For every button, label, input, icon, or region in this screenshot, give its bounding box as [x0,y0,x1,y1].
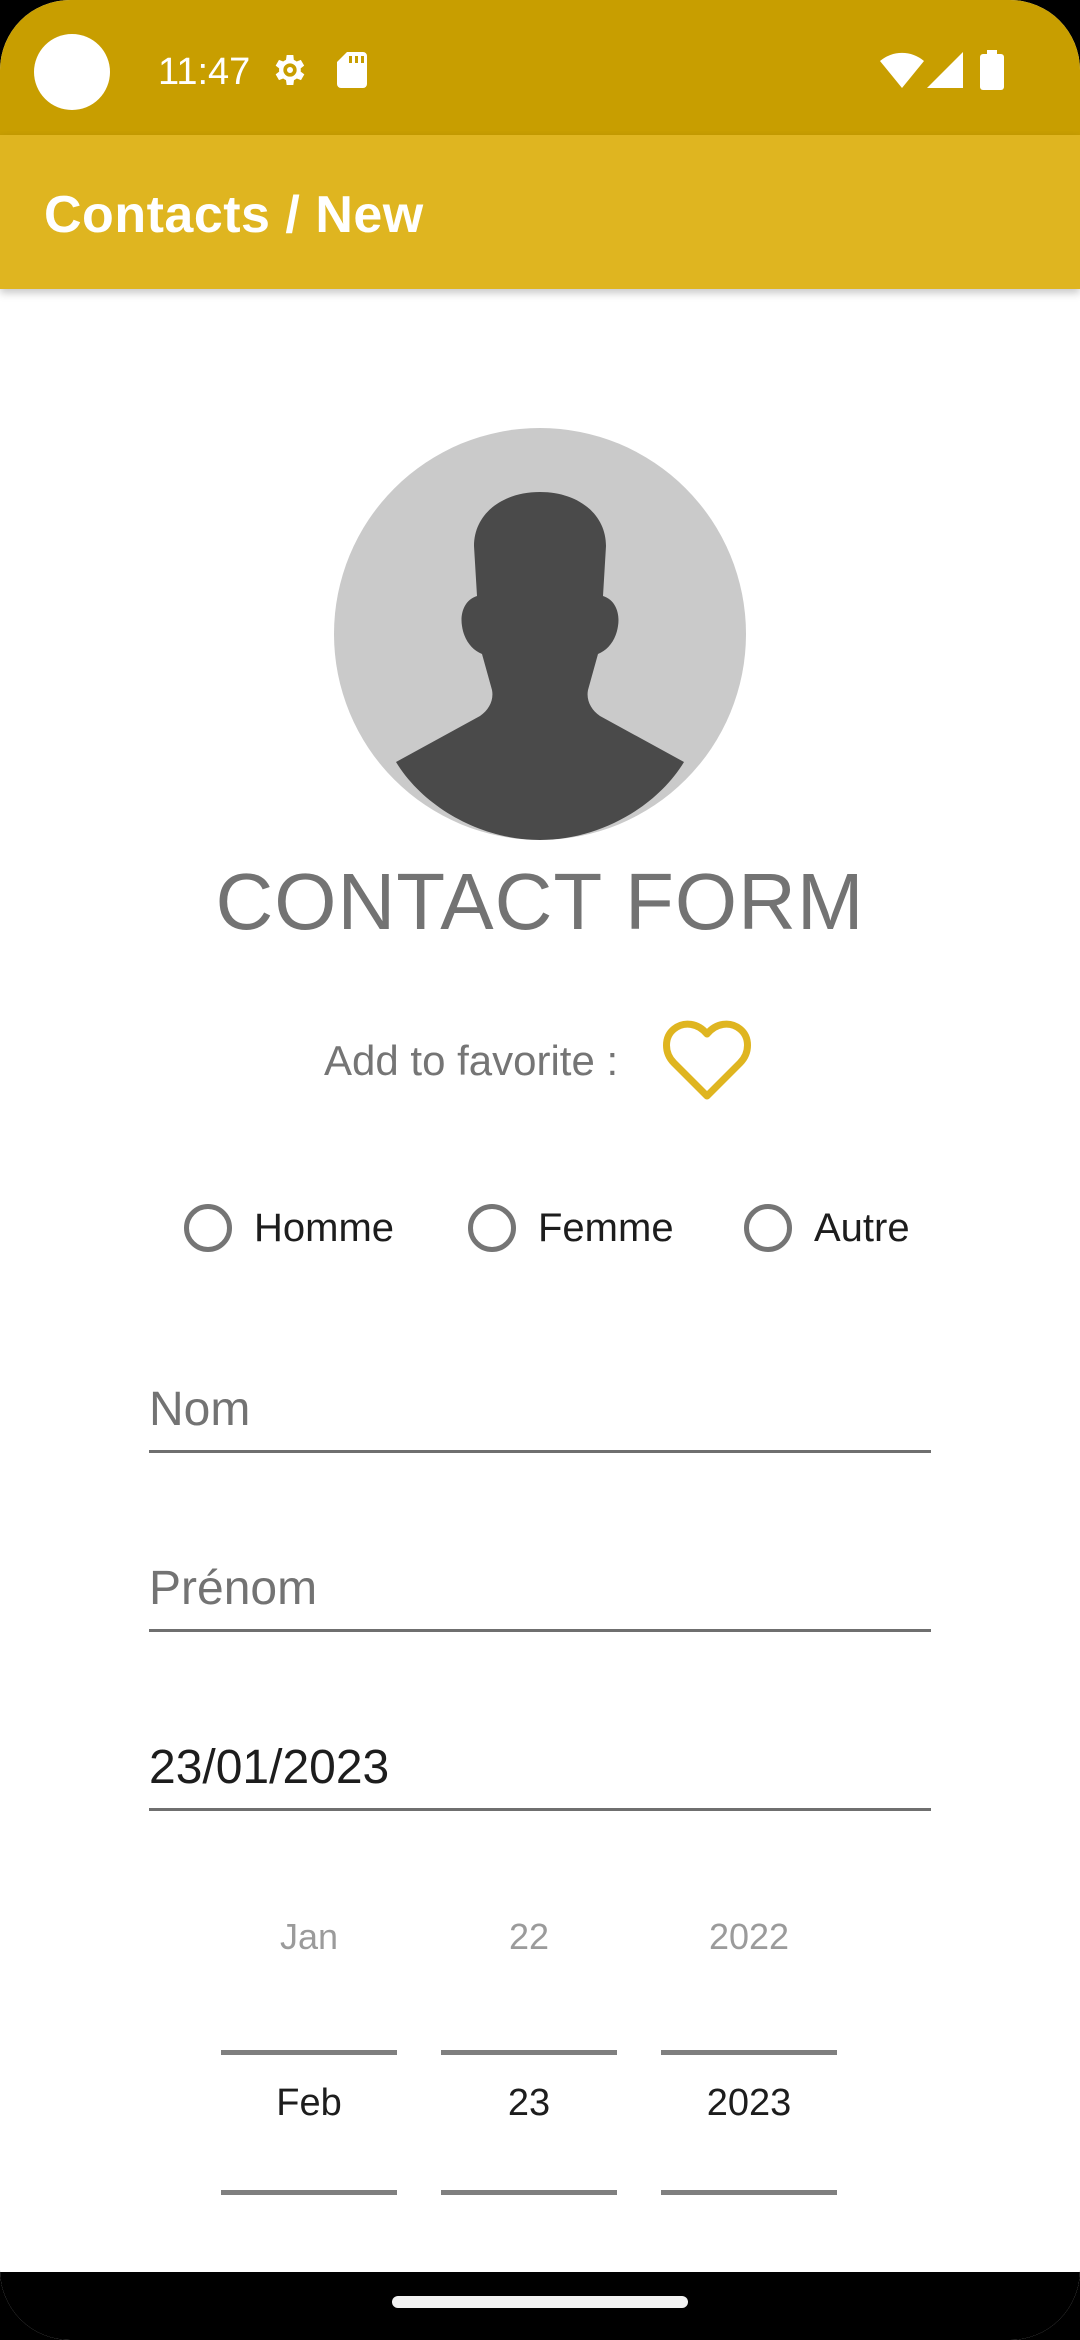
home-handle[interactable] [392,2296,688,2308]
sd-card-icon [337,52,367,93]
radio-circle[interactable] [184,1204,232,1252]
year-picker[interactable]: 2022 2023 [661,1900,837,2200]
radio-circle[interactable] [744,1204,792,1252]
day-current[interactable]: 23 [441,2082,617,2125]
picker-divider [441,2190,617,2195]
year-current[interactable]: 2023 [661,2082,837,2125]
app-bar-title: Contacts / New [44,186,424,244]
picker-divider [661,2050,837,2055]
month-picker[interactable]: Jan Feb [221,1900,397,2200]
person-silhouette-icon [334,428,746,840]
nom-placeholder: Nom [149,1383,251,1436]
radio-femme[interactable]: Femme [468,1198,674,1258]
form-title: CONTACT FORM [215,857,865,946]
phone-screen: 11:47 Contacts / New CONTACT FORM Add to… [0,0,1080,2340]
nom-field[interactable]: Nom [149,1360,931,1453]
picker-divider [221,2190,397,2195]
prenom-placeholder: Prénom [149,1562,318,1615]
prenom-field[interactable]: Prénom [149,1539,931,1632]
avatar[interactable] [334,428,746,840]
date-value: 23/01/2023 [149,1741,390,1794]
day-previous[interactable]: 22 [441,1916,617,1958]
app-bar: Contacts / New [0,135,1080,289]
signal-icon [927,52,963,93]
radio-label-femme: Femme [538,1205,674,1250]
navigation-bar [0,2272,1080,2340]
month-previous[interactable]: Jan [221,1916,397,1958]
radio-homme[interactable]: Homme [184,1198,394,1258]
gear-icon [270,50,310,95]
picker-divider [441,2050,617,2055]
heart-outline-icon[interactable] [662,1020,752,1107]
year-previous[interactable]: 2022 [661,1916,837,1958]
date-field[interactable]: 23/01/2023 [149,1718,931,1811]
picker-divider [661,2190,837,2195]
radio-autre[interactable]: Autre [744,1198,910,1258]
wifi-icon [880,52,924,93]
favorite-label: Add to favorite : [324,1037,619,1084]
radio-circle[interactable] [468,1204,516,1252]
month-current[interactable]: Feb [221,2082,397,2125]
day-picker[interactable]: 22 23 [441,1900,617,2200]
radio-label-autre: Autre [814,1205,910,1250]
status-bar: 11:47 [0,0,1080,135]
camera-cutout [34,34,110,110]
battery-icon [980,50,1004,95]
radio-label-homme: Homme [254,1205,395,1250]
picker-divider [221,2050,397,2055]
status-time: 11:47 [158,51,251,93]
